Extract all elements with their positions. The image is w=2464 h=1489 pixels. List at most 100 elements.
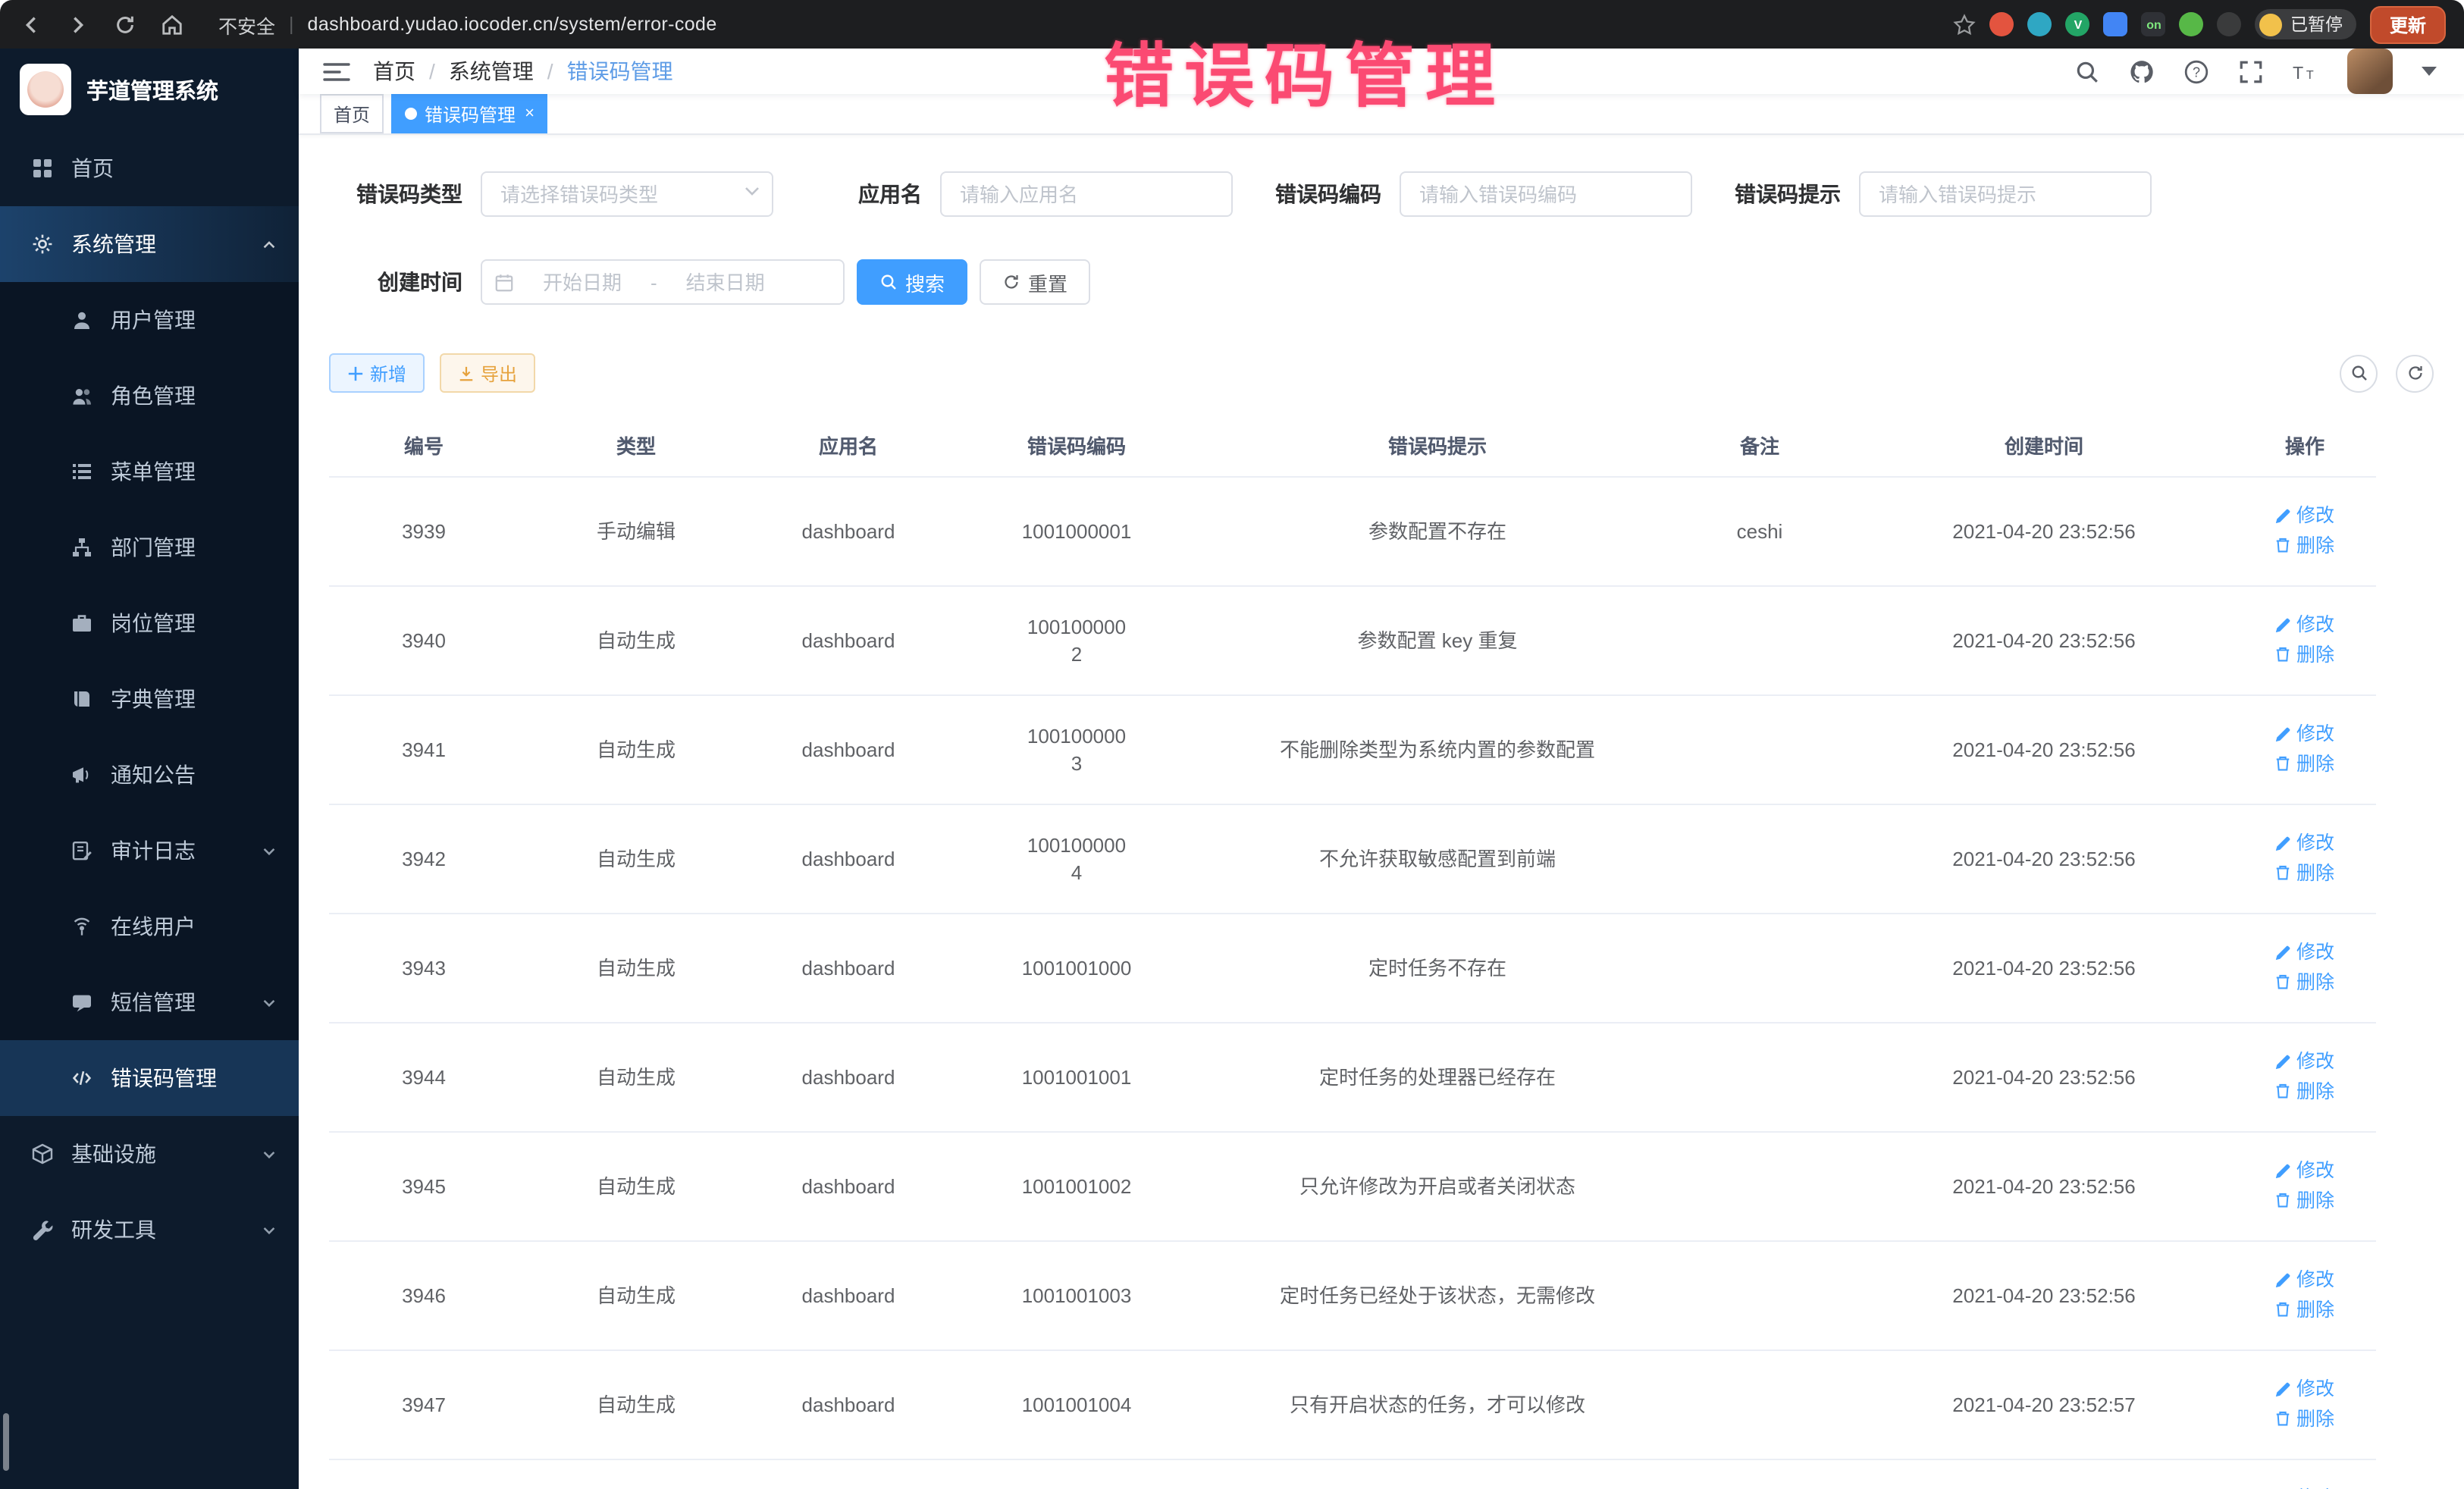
cell-actions: 修改删除 [2234,695,2376,804]
delete-link[interactable]: 删除 [2275,1186,2334,1214]
sidebar-item-role-mgmt[interactable]: 角色管理 [0,358,299,434]
edit-link[interactable]: 修改 [2275,1266,2334,1293]
browser-back-icon[interactable] [18,12,42,36]
edit-link[interactable]: 修改 [2275,502,2334,529]
column-header: 错误码编码 [943,414,1210,477]
sidebar-item-sms-mgmt[interactable]: 短信管理 [0,964,299,1040]
sidebar-item-dict-mgmt[interactable]: 字典管理 [0,661,299,737]
delete-link[interactable]: 删除 [2275,968,2334,995]
sidebar-item-user-mgmt[interactable]: 用户管理 [0,282,299,358]
sidebar-scrollbar[interactable] [3,1413,9,1471]
edit-link[interactable]: 修改 [2275,611,2334,638]
edit-link[interactable]: 修改 [2275,720,2334,748]
browser-reload-icon[interactable] [112,12,136,36]
sidebar-item-label: 研发工具 [71,1215,156,1245]
cell-remark [1665,1132,1854,1241]
app-name-input[interactable] [940,171,1233,217]
extension-icon[interactable]: V [2066,12,2090,36]
delete-link[interactable]: 删除 [2275,1077,2334,1105]
browser-home-icon[interactable] [159,12,183,36]
extension-icon[interactable] [2028,12,2052,36]
edit-link[interactable]: 修改 [2275,1484,2334,1489]
sidebar-item-error-code-mgmt[interactable]: 错误码管理 [0,1040,299,1116]
extension-icon[interactable] [2218,12,2242,36]
caret-down-icon[interactable] [2422,67,2437,76]
edit-link-label: 修改 [2296,720,2334,748]
extension-icon[interactable] [1990,12,2014,36]
end-date-input[interactable] [663,271,788,293]
error-type-select[interactable] [481,171,773,217]
screen: 不安全 | dashboard.yudao.iocoder.cn/system/… [0,0,2464,1489]
delete-link[interactable]: 删除 [2275,641,2334,668]
sidebar-item-dept-mgmt[interactable]: 部门管理 [0,509,299,585]
github-icon[interactable] [2129,58,2155,84]
delete-link[interactable]: 删除 [2275,750,2334,777]
delete-link[interactable]: 删除 [2275,1296,2334,1323]
edit-icon [2275,507,2292,524]
create-time-range-picker[interactable]: - [481,259,845,305]
edit-icon [2275,1162,2292,1179]
delete-link-label: 删除 [2296,859,2334,886]
address-divider: | [289,14,294,35]
cell-remark [1665,914,1854,1023]
cell-type: 自动生成 [519,1023,754,1132]
font-size-icon[interactable]: TT [2293,58,2318,84]
search-button[interactable]: 搜索 [857,259,967,305]
app-logo-row[interactable]: 芋道管理系统 [0,49,299,130]
error-code-input[interactable] [1400,171,1692,217]
sidebar-item-infra[interactable]: 基础设施 [0,1116,299,1192]
browser-forward-icon[interactable] [65,12,89,36]
error-code-table: 编号类型应用名错误码编码错误码提示备注创建时间操作 3939手动编辑dashbo… [329,414,2376,1489]
export-button[interactable]: 导出 [440,353,535,393]
edit-link[interactable]: 修改 [2275,829,2334,857]
address-bar[interactable]: 不安全 | dashboard.yudao.iocoder.cn/system/… [208,10,717,39]
error-hint-input[interactable] [1859,171,2152,217]
edit-link[interactable]: 修改 [2275,939,2334,966]
hamburger-icon[interactable] [323,60,350,83]
help-icon[interactable]: ? [2183,58,2209,84]
bookmark-star-icon[interactable] [1952,12,1977,36]
fullscreen-icon[interactable] [2238,58,2264,84]
column-header: 编号 [329,414,519,477]
sidebar-item-menu-mgmt[interactable]: 菜单管理 [0,434,299,509]
tag-close-icon[interactable]: × [525,105,534,122]
avatar[interactable] [2347,49,2393,94]
sidebar-item-label: 岗位管理 [111,608,196,638]
edit-link[interactable]: 修改 [2275,1048,2334,1075]
breadcrumb-item[interactable]: 系统管理 [449,56,534,86]
sidebar-item-notice[interactable]: 通知公告 [0,737,299,813]
tags-bar: 首页错误码管理× [299,94,2464,135]
add-button[interactable]: 新增 [329,353,425,393]
edit-icon [2275,726,2292,742]
edit-link[interactable]: 修改 [2275,1375,2334,1403]
delete-link[interactable]: 删除 [2275,531,2334,559]
cell-hint: 参数配置 key 重复 [1210,586,1665,695]
sidebar-item-online-user[interactable]: 在线用户 [0,889,299,964]
sidebar-item-system-mgmt[interactable]: 系统管理 [0,206,299,282]
breadcrumb-item[interactable]: 首页 [373,56,415,86]
update-button[interactable]: 更新 [2370,5,2446,43]
search-icon[interactable] [2074,58,2100,84]
extension-icon[interactable] [2104,12,2128,36]
reset-button-label: 重置 [1028,268,1067,296]
org-icon [70,535,94,560]
sidebar-item-home[interactable]: 首页 [0,130,299,206]
tag[interactable]: 首页 [320,94,384,133]
tag[interactable]: 错误码管理× [391,94,548,133]
toggle-search-button[interactable] [2340,354,2378,392]
cell-remark [1665,1241,1854,1350]
reset-button[interactable]: 重置 [980,259,1090,305]
start-date-input[interactable] [520,271,644,293]
extension-icon[interactable]: on [2142,12,2166,36]
sidebar-item-post-mgmt[interactable]: 岗位管理 [0,585,299,661]
edit-link[interactable]: 修改 [2275,1157,2334,1184]
extension-icon[interactable] [2180,12,2204,36]
delete-icon [2275,755,2292,772]
delete-link[interactable]: 删除 [2275,1405,2334,1432]
sidebar-item-audit-log[interactable]: 审计日志 [0,813,299,889]
cell-actions: 修改删除 [2234,477,2376,586]
paused-badge[interactable]: 已暂停 [2256,9,2356,39]
sidebar-item-dev-tools[interactable]: 研发工具 [0,1192,299,1268]
refresh-button[interactable] [2396,354,2434,392]
delete-link[interactable]: 删除 [2275,859,2334,886]
